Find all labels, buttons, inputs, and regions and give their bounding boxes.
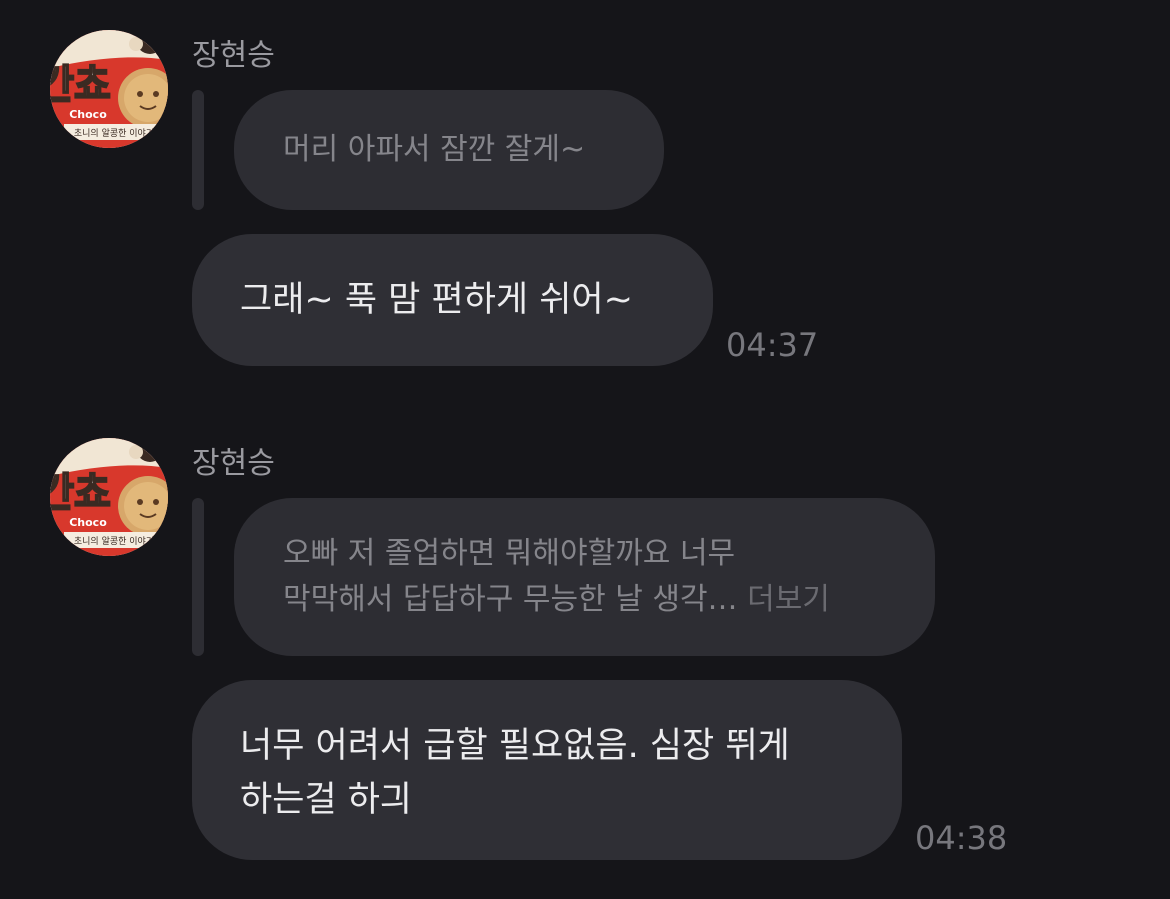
reply-preview-line: 막막해서 답답하구 무능한 날 생각… 더보기 [283, 577, 935, 623]
message-timestamp: 04:38 [915, 819, 1008, 857]
sender-name: 장현승 [192, 38, 275, 73]
avatar[interactable]: 칸쵸 Choco 초니의 알콩한 이야기 [50, 438, 168, 556]
sender-name: 장현승 [192, 446, 275, 481]
reply-preview-line: 오빠 저 졸업하면 뭐해야할까요 너무 [283, 536, 736, 571]
message-bubble[interactable]: 그래~ 푹 맘 편하게 쉬어~ [192, 234, 713, 366]
message-bubble[interactable]: 너무 어려서 급할 필요없음. 심장 뛰게 하는걸 하긔 [192, 680, 902, 860]
reply-indicator-bar [192, 498, 204, 656]
message-text-line: 너무 어려서 급할 필요없음. 심장 뛰게 [240, 726, 790, 766]
read-more-link[interactable]: 더보기 [747, 582, 830, 617]
kancho-avatar-icon: 칸쵸 Choco 초니의 알콩한 이야기 [50, 30, 168, 148]
avatar[interactable]: 칸쵸 Choco 초니의 알콩한 이야기 [50, 30, 168, 148]
message-text: 그래~ 푹 맘 편하게 쉬어~ [240, 280, 633, 320]
svg-text:초니의 알콩한 이야기: 초니의 알콩한 이야기 [74, 536, 154, 547]
reply-preview-text: 머리 아파서 잠깐 잘게~ [283, 132, 586, 167]
reply-preview-bubble[interactable]: 머리 아파서 잠깐 잘게~ [234, 90, 664, 210]
svg-text:칸쵸: 칸쵸 [50, 470, 111, 516]
reply-indicator-bar [192, 90, 204, 210]
svg-text:칸쵸: 칸쵸 [50, 62, 111, 108]
svg-text:Choco: Choco [69, 108, 107, 121]
svg-text:Choco: Choco [69, 516, 107, 529]
svg-text:초니의 알콩한 이야기: 초니의 알콩한 이야기 [74, 128, 154, 139]
message-text-line: 하는걸 하긔 [240, 780, 413, 820]
message-timestamp: 04:37 [726, 326, 819, 364]
reply-preview-bubble[interactable]: 오빠 저 졸업하면 뭐해야할까요 너무 막막해서 답답하구 무능한 날 생각… … [234, 498, 935, 656]
kancho-avatar-icon: 칸쵸 Choco 초니의 알콩한 이야기 [50, 438, 168, 556]
reply-preview-text: 막막해서 답답하구 무능한 날 생각… [283, 582, 738, 617]
